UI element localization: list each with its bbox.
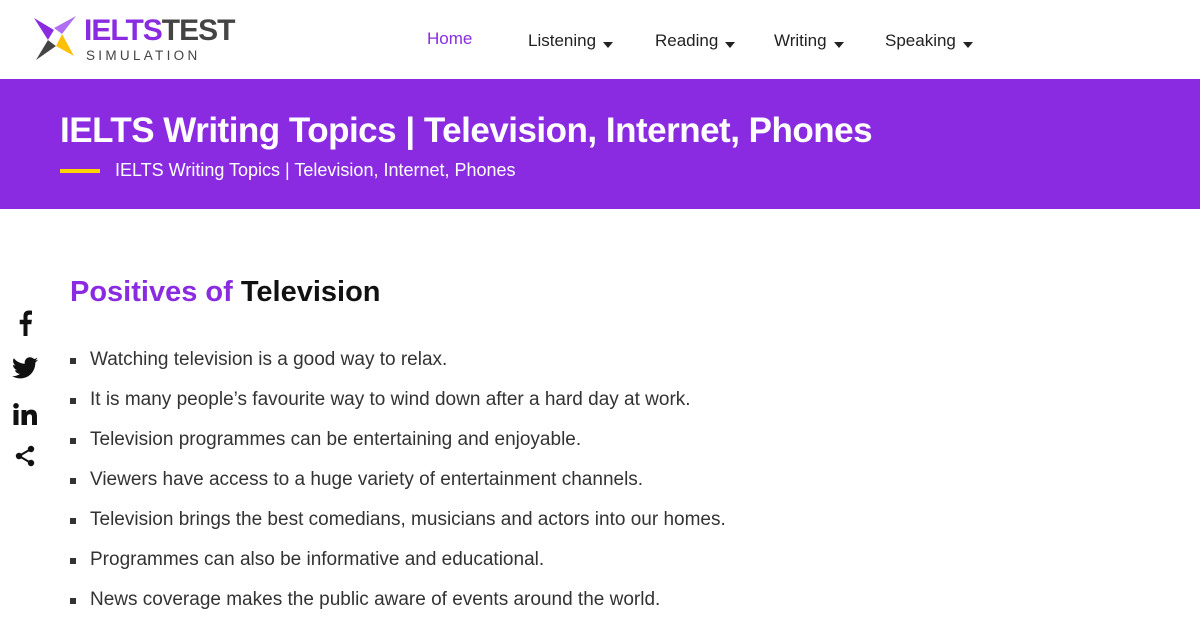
nav-writing-label: Writing [774,31,827,50]
share-icon [15,445,35,467]
section-heading-prefix: Positives of [70,276,241,308]
breadcrumb: IELTS Writing Topics | Television, Inter… [115,160,516,180]
chevron-down-icon [725,42,736,48]
chevron-down-icon [603,42,614,48]
section-heading-highlight: Television [240,276,381,308]
list-item: Programmes can also be informative and e… [70,540,1170,580]
list-item: Television brings the best comedians, mu… [70,500,1170,540]
page-title: IELTS Writing Topics | Television, Inter… [60,111,873,150]
positives-list: Watching television is a good way to rel… [70,340,1170,620]
nav-listening[interactable]: Listening [528,30,614,52]
facebook-icon [19,310,32,336]
logo-subtitle: SIMULATION [86,48,201,63]
list-item: Television programmes can be entertainin… [70,420,1170,460]
chevron-down-icon [833,42,844,48]
nav-reading-label: Reading [655,31,719,50]
logo-wordmark: IELTSTEST [84,14,236,47]
section-heading: Positives of Television [70,272,1170,312]
page-banner: IELTS Writing Topics | Television, Inter… [0,79,1200,209]
site-logo[interactable]: IELTSTEST SIMULATION [30,12,235,68]
logo-text-ielts: IELTS [84,14,163,47]
nav-home[interactable]: Home [427,28,472,50]
nav-speaking[interactable]: Speaking [885,30,973,52]
nav-reading[interactable]: Reading [655,30,736,52]
twitter-share-button[interactable] [10,353,40,383]
breadcrumb-divider [60,169,100,173]
twitter-icon [12,357,38,379]
nav-speaking-label: Speaking [885,31,956,50]
nav-listening-label: Listening [528,31,597,50]
linkedin-icon [13,403,37,425]
logo-text-test: TEST [161,14,236,47]
nav-home-label: Home [427,29,473,48]
linkedin-share-button[interactable] [10,399,40,429]
list-item: Watching television is a good way to rel… [70,340,1170,380]
article-content: Positives of Television Watching televis… [70,272,1170,620]
site-header: IELTSTEST SIMULATION Home Listening Read… [0,0,1200,79]
list-item: Viewers have access to a huge variety of… [70,460,1170,500]
share-button[interactable] [10,441,40,471]
chevron-down-icon [962,42,973,48]
facebook-share-button[interactable] [10,308,40,338]
list-item: News coverage makes the public aware of … [70,580,1170,620]
nav-writing[interactable]: Writing [774,30,844,52]
logo-mark-icon [34,16,76,60]
list-item: It is many people’s favourite way to win… [70,380,1170,420]
